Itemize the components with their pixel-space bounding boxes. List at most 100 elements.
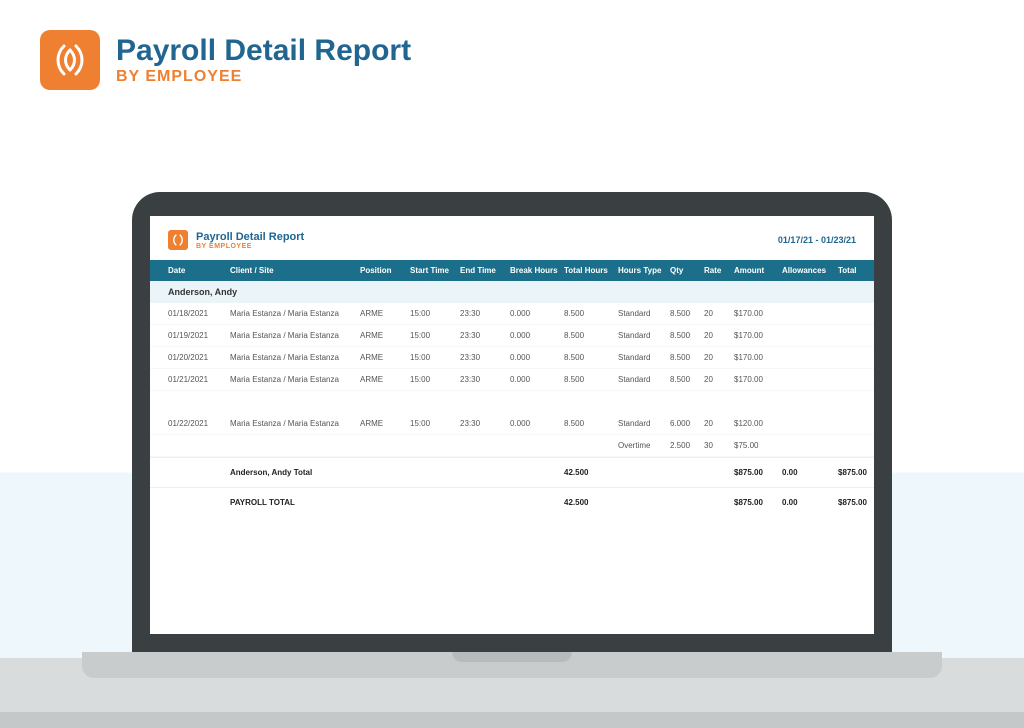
laptop-screen: Payroll Detail Report BY EMPLOYEE 01/17/… [150, 216, 874, 634]
cell-start: 15:00 [410, 331, 460, 340]
cell-qty: 2.500 [670, 441, 704, 450]
col-allowances: Allowances [782, 266, 838, 275]
cell-type: Standard [618, 419, 670, 428]
cell-qty: 8.500 [670, 309, 704, 318]
table-row: 01/18/2021Maria Estanza / Maria EstanzaA… [150, 303, 874, 325]
cell-date: 01/22/2021 [168, 419, 230, 428]
cell-break: 0.000 [510, 353, 564, 362]
col-break: Break Hours [510, 266, 564, 275]
cell-pos: ARME [360, 331, 410, 340]
cell-client: Maria Estanza / Maria Estanza [230, 419, 360, 428]
cell-rate: 20 [704, 309, 734, 318]
cell-amount: $170.00 [734, 309, 782, 318]
col-rate: Rate [704, 266, 734, 275]
cell-amount: $120.00 [734, 419, 782, 428]
cell-end: 23:30 [460, 353, 510, 362]
col-end: End Time [460, 266, 510, 275]
col-total: Total [838, 266, 874, 275]
cell-break: 0.000 [510, 375, 564, 384]
payroll-total-hours: 42.500 [564, 498, 618, 507]
laptop-mockup: Payroll Detail Report BY EMPLOYEE 01/17/… [132, 192, 892, 678]
payroll-total-label: PAYROLL TOTAL [230, 498, 360, 507]
payroll-total-allow: 0.00 [782, 498, 838, 507]
laptop-notch [452, 652, 572, 662]
payroll-total-amount: $875.00 [734, 498, 782, 507]
col-start: Start Time [410, 266, 460, 275]
cell-client: Maria Estanza / Maria Estanza [230, 309, 360, 318]
cell-start: 15:00 [410, 309, 460, 318]
desk-edge [0, 712, 1024, 728]
col-position: Position [360, 266, 410, 275]
cell-break: 0.000 [510, 419, 564, 428]
cell-client: Maria Estanza / Maria Estanza [230, 331, 360, 340]
payroll-total-total: $875.00 [838, 498, 874, 507]
cell-hours: 8.500 [564, 331, 618, 340]
cell-rate: 20 [704, 331, 734, 340]
cell-rate: 20 [704, 353, 734, 362]
cell-hours: 8.500 [564, 309, 618, 318]
employee-total-hours: 42.500 [564, 468, 618, 477]
cell-start: 15:00 [410, 353, 460, 362]
table-header: Date Client / Site Position Start Time E… [150, 260, 874, 281]
cell-pos: ARME [360, 353, 410, 362]
cell-client: Maria Estanza / Maria Estanza [230, 353, 360, 362]
page-titles: Payroll Detail Report BY EMPLOYEE [116, 34, 411, 86]
cell-pos: ARME [360, 309, 410, 318]
stage: Payroll Detail Report BY EMPLOYEE 01/17/… [0, 160, 1024, 728]
col-client: Client / Site [230, 266, 360, 275]
cell-amount: $170.00 [734, 353, 782, 362]
cell-amount: $170.00 [734, 331, 782, 340]
brand-logo-icon [40, 30, 100, 90]
report-date-range: 01/17/21 - 01/23/21 [778, 235, 856, 245]
cell-type: Standard [618, 353, 670, 362]
cell-hours: 8.500 [564, 419, 618, 428]
employee-total-allow: 0.00 [782, 468, 838, 477]
cell-end: 23:30 [460, 375, 510, 384]
laptop-bezel: Payroll Detail Report BY EMPLOYEE 01/17/… [132, 192, 892, 652]
cell-rate: 30 [704, 441, 734, 450]
cell-client: Maria Estanza / Maria Estanza [230, 375, 360, 384]
cell-end: 23:30 [460, 419, 510, 428]
page-subtitle: BY EMPLOYEE [116, 68, 411, 86]
cell-rate: 20 [704, 375, 734, 384]
cell-end: 23:30 [460, 331, 510, 340]
cell-pos: ARME [360, 419, 410, 428]
cell-start: 15:00 [410, 419, 460, 428]
cell-qty: 6.000 [670, 419, 704, 428]
cell-qty: 8.500 [670, 375, 704, 384]
cell-hours: 8.500 [564, 353, 618, 362]
cell-date: 01/20/2021 [168, 353, 230, 362]
cell-amount: $170.00 [734, 375, 782, 384]
col-date: Date [168, 266, 230, 275]
page-title: Payroll Detail Report [116, 34, 411, 68]
employee-total-total: $875.00 [838, 468, 874, 477]
cell-type: Standard [618, 331, 670, 340]
cell-break: 0.000 [510, 331, 564, 340]
employee-group-header: Anderson, Andy [150, 281, 874, 303]
employee-total-amount: $875.00 [734, 468, 782, 477]
table-row: 01/21/2021Maria Estanza / Maria EstanzaA… [150, 369, 874, 391]
cell-type: Standard [618, 375, 670, 384]
report: Payroll Detail Report BY EMPLOYEE 01/17/… [150, 216, 874, 517]
table-row: 01/22/2021Maria Estanza / Maria EstanzaA… [150, 413, 874, 435]
employee-total-label: Anderson, Andy Total [230, 468, 360, 477]
col-hourstype: Hours Type [618, 266, 670, 275]
payroll-total-row: PAYROLL TOTAL 42.500 $875.00 0.00 $875.0… [150, 487, 874, 517]
cell-amount: $75.00 [734, 441, 782, 450]
cell-pos: ARME [360, 375, 410, 384]
cell-break: 0.000 [510, 309, 564, 318]
cell-date: 01/18/2021 [168, 309, 230, 318]
table-row: 01/20/2021Maria Estanza / Maria EstanzaA… [150, 347, 874, 369]
table-row: 01/19/2021Maria Estanza / Maria EstanzaA… [150, 325, 874, 347]
report-subtitle: BY EMPLOYEE [196, 243, 304, 250]
col-hours: Total Hours [564, 266, 618, 275]
cell-type: Overtime [618, 441, 670, 450]
brand-logo-small-icon [168, 230, 188, 250]
cell-date: 01/19/2021 [168, 331, 230, 340]
page-header: Payroll Detail Report BY EMPLOYEE [0, 0, 1024, 100]
cell-end: 23:30 [460, 309, 510, 318]
col-amount: Amount [734, 266, 782, 275]
table-row: Overtime2.50030$75.00 [150, 435, 874, 457]
report-header: Payroll Detail Report BY EMPLOYEE 01/17/… [150, 216, 874, 260]
report-title: Payroll Detail Report [196, 231, 304, 243]
